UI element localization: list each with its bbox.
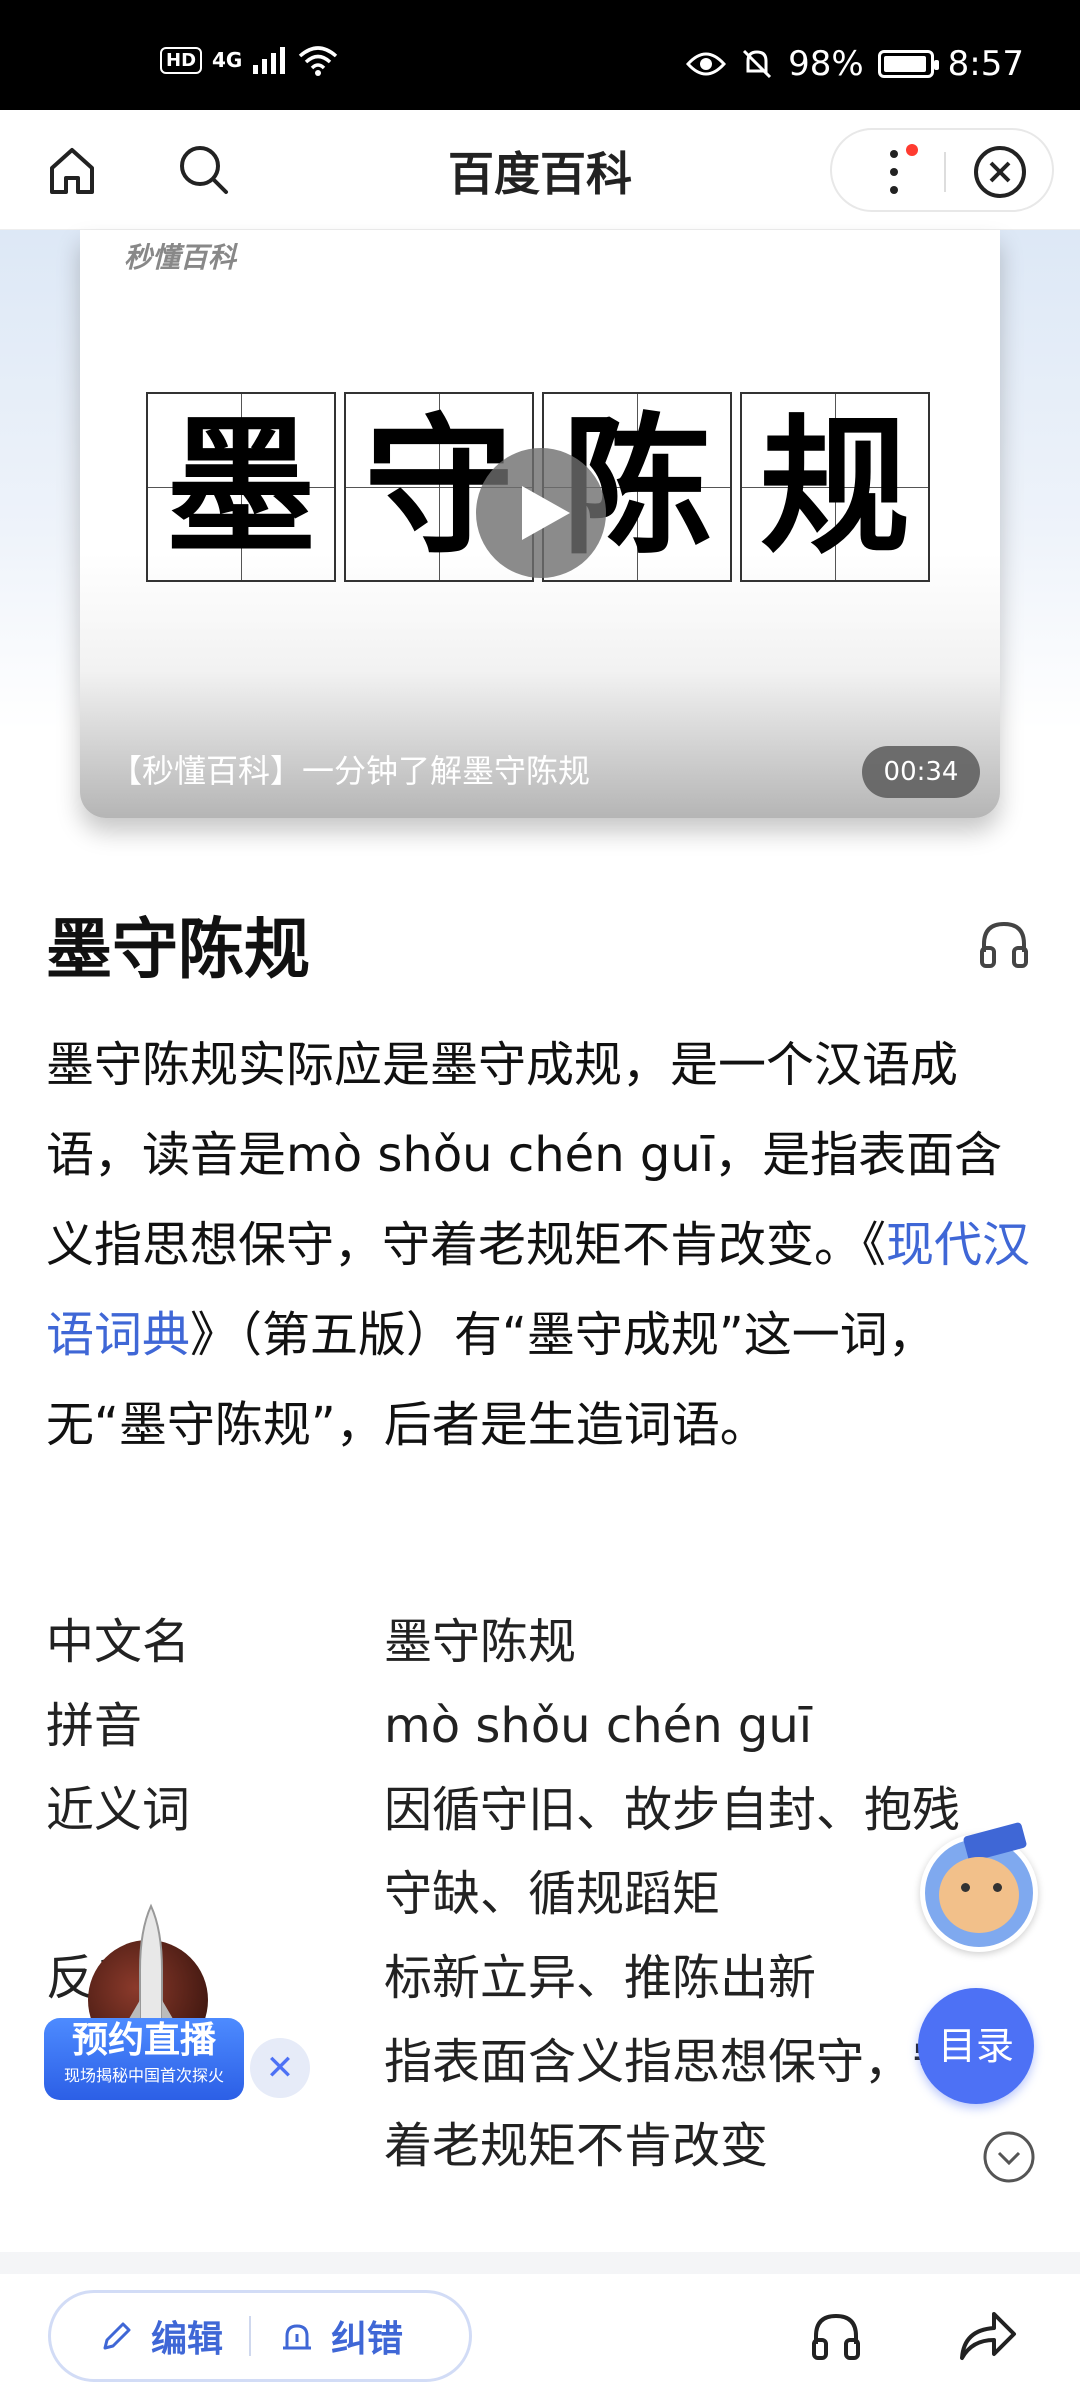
hd-badge: HD [160,46,203,74]
toc-button[interactable]: 目录 [918,1988,1034,2104]
summary-text: 墨守陈规实际应是墨守成规，是一个汉语成语，读音是mò shǒu chén guī… [46,1037,1003,1273]
capsule-divider [944,152,946,192]
live-close-button[interactable]: ✕ [250,2038,310,2098]
character: 墨 [165,399,316,575]
chevron-down-icon[interactable] [982,2130,1036,2184]
live-promo[interactable]: 预约直播 现场揭秘中国首次探火 ✕ [44,1900,314,2110]
eye-icon [686,52,727,76]
wifi-icon [299,46,338,76]
edit-label: 编辑 [151,2319,224,2360]
status-right: 98% 8:57 [686,44,1024,84]
status-bar: HD 4G 98% 8:57 [0,0,1080,110]
mini-program-capsule [830,128,1054,212]
video-logo: 秒懂百科 [124,241,237,274]
live-badge[interactable]: 预约直播 现场揭秘中国首次探火 [44,2018,244,2100]
video-caption: 【秒懂百科】一分钟了解墨守陈规 [110,752,591,790]
battery-percent: 98% [788,44,864,84]
pencil-icon [103,2322,131,2350]
edit-button[interactable]: 编辑 [97,2310,223,2362]
battery-icon [877,50,939,78]
info-row: 拼音 mò shǒu chén guī [46,1684,1036,1768]
mascot-assistant[interactable] [920,1821,1038,1952]
info-key: 拼音 [46,1698,143,1754]
entry-title: 墨守陈规 [46,911,310,988]
clock: 8:57 [947,44,1024,84]
pill-divider [249,2316,252,2356]
play-icon [522,486,570,540]
correct-label: 纠错 [331,2319,404,2360]
character: 规 [759,399,910,575]
network-label: 4G [212,48,243,72]
info-row: 中文名 墨守陈规 [46,1600,1036,1684]
headphone-icon[interactable] [976,916,1032,972]
info-key: 中文名 [46,1614,191,1670]
character-cell: 墨 [146,392,336,582]
info-value: mò shǒu chén guī [384,1698,813,1754]
share-icon[interactable] [956,2306,1018,2364]
bear-eye [993,1883,1002,1892]
live-title: 预约直播 [71,2020,216,2061]
correct-button[interactable]: 纠错 [277,2310,403,2362]
bottom-separator [0,2252,1080,2274]
notification-dot [906,144,918,156]
bottom-toolbar: 编辑 纠错 [0,2274,1080,2400]
live-subtitle: 现场揭秘中国首次探火 [63,2066,224,2085]
mute-bell-icon [743,49,772,79]
nav-bar: 百度百科 [0,110,1080,230]
signal-icon [253,47,286,74]
listen-icon[interactable] [808,2308,864,2364]
bear-face [939,1857,1019,1933]
video-duration: 00:34 [862,746,980,798]
close-icon[interactable] [972,144,1028,200]
bear-eye [961,1883,970,1892]
edit-pill: 编辑 纠错 [48,2290,472,2382]
alarm-icon [283,2324,312,2350]
status-left: HD 4G [160,44,338,76]
info-value: 指表面含义指思想保守，守着老规矩不肯改变 [384,2034,961,2174]
info-value: 墨守陈规 [384,1614,577,1670]
entry-summary: 墨守陈规实际应是墨守成规，是一个汉语成语，读音是mò shǒu chén guī… [46,1020,1036,1470]
info-value: 标新立异、推陈出新 [384,1950,817,2006]
play-button[interactable] [476,448,606,578]
character-cell: 规 [740,392,930,582]
info-value: 因循守旧、故步自封、抱残守缺、循规蹈矩 [384,1782,961,1922]
more-icon[interactable] [880,146,908,198]
video-player[interactable]: 秒懂百科 墨 守 陈 规 【秒懂百科】一分钟了解墨守陈规 00:34 [80,230,1000,818]
